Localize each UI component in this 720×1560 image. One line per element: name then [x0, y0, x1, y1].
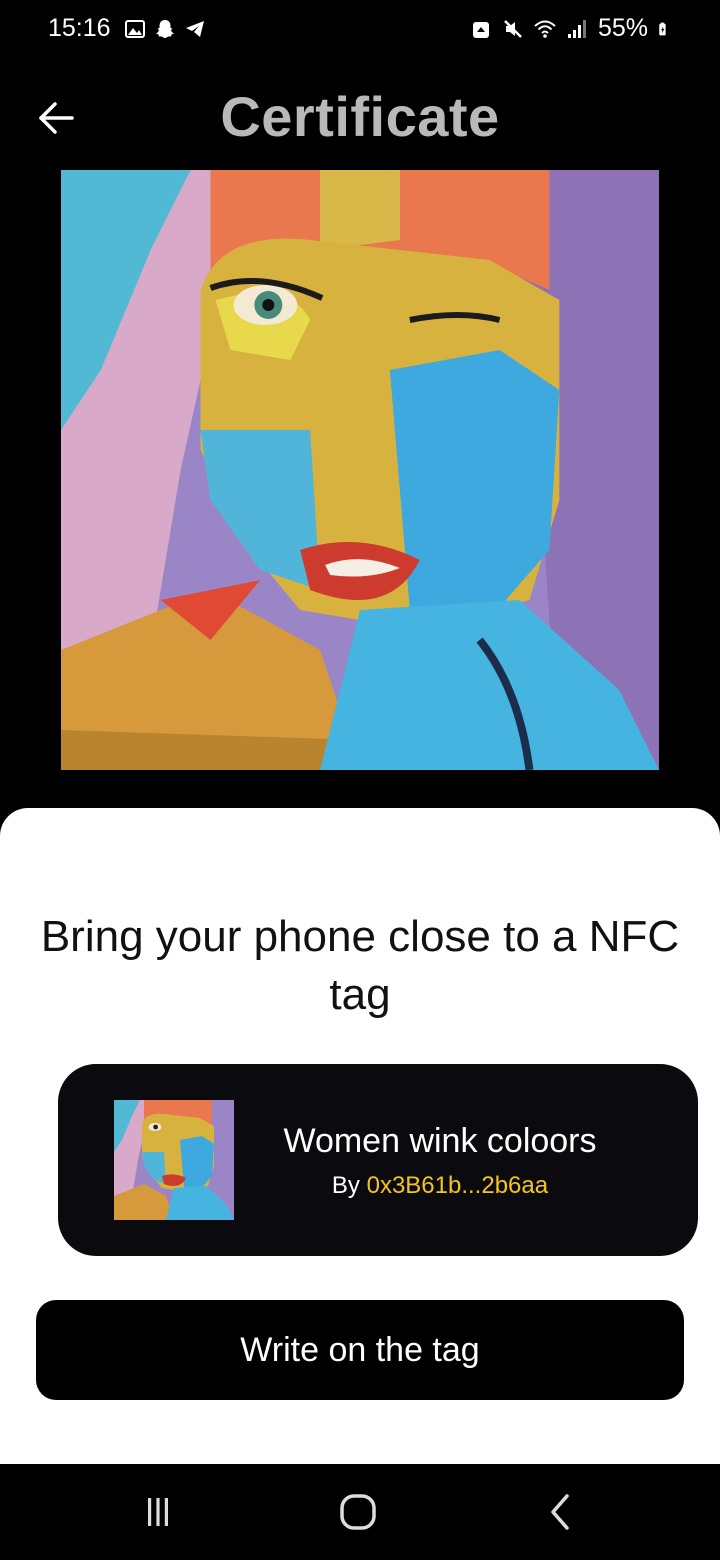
nft-thumbnail [114, 1100, 234, 1220]
nft-creator-line: By 0x3B61b...2b6aa [270, 1172, 610, 1200]
signal-icon [567, 19, 586, 38]
write-tag-button-label: Write on the tag [240, 1330, 480, 1369]
page-title: Certificate [220, 85, 500, 148]
header: Certificate [0, 70, 720, 165]
recents-icon [148, 1498, 168, 1526]
nft-name: Women wink coloors [283, 1122, 597, 1160]
home-icon [340, 1494, 376, 1530]
back-chevron-icon [551, 1494, 569, 1530]
nft-by-label: By [331, 1172, 360, 1199]
status-time: 15:16 [48, 14, 111, 42]
home-button[interactable] [334, 1490, 382, 1534]
status-left-icons [124, 18, 206, 40]
nfc-instruction-title: Bring your phone close to a NFC tag [40, 912, 680, 1019]
nft-creator-address[interactable]: 0x3B61b...2b6aa [367, 1172, 549, 1199]
system-back-button[interactable] [536, 1490, 584, 1534]
system-navigation-bar [0, 1464, 720, 1560]
gallery-icon [125, 20, 145, 38]
wifi-icon [534, 20, 556, 38]
nfc-bottom-sheet: Bring your phone close to a NFC tag Wome… [0, 808, 720, 1464]
mute-icon [504, 19, 522, 38]
recents-button[interactable] [134, 1490, 182, 1534]
telegram-icon [186, 21, 204, 37]
artwork-image [61, 170, 659, 770]
status-right-icons: 55% [470, 14, 672, 43]
nfc-lock-icon [472, 21, 489, 38]
battery-percent: 55% [597, 14, 648, 42]
nft-card[interactable]: Women wink coloors By 0x3B61b...2b6aa [58, 1064, 698, 1256]
battery-charging-icon [659, 22, 666, 35]
snapchat-icon [156, 20, 174, 38]
write-tag-button[interactable]: Write on the tag [36, 1300, 684, 1400]
status-bar: 15:16 55% [0, 0, 720, 60]
